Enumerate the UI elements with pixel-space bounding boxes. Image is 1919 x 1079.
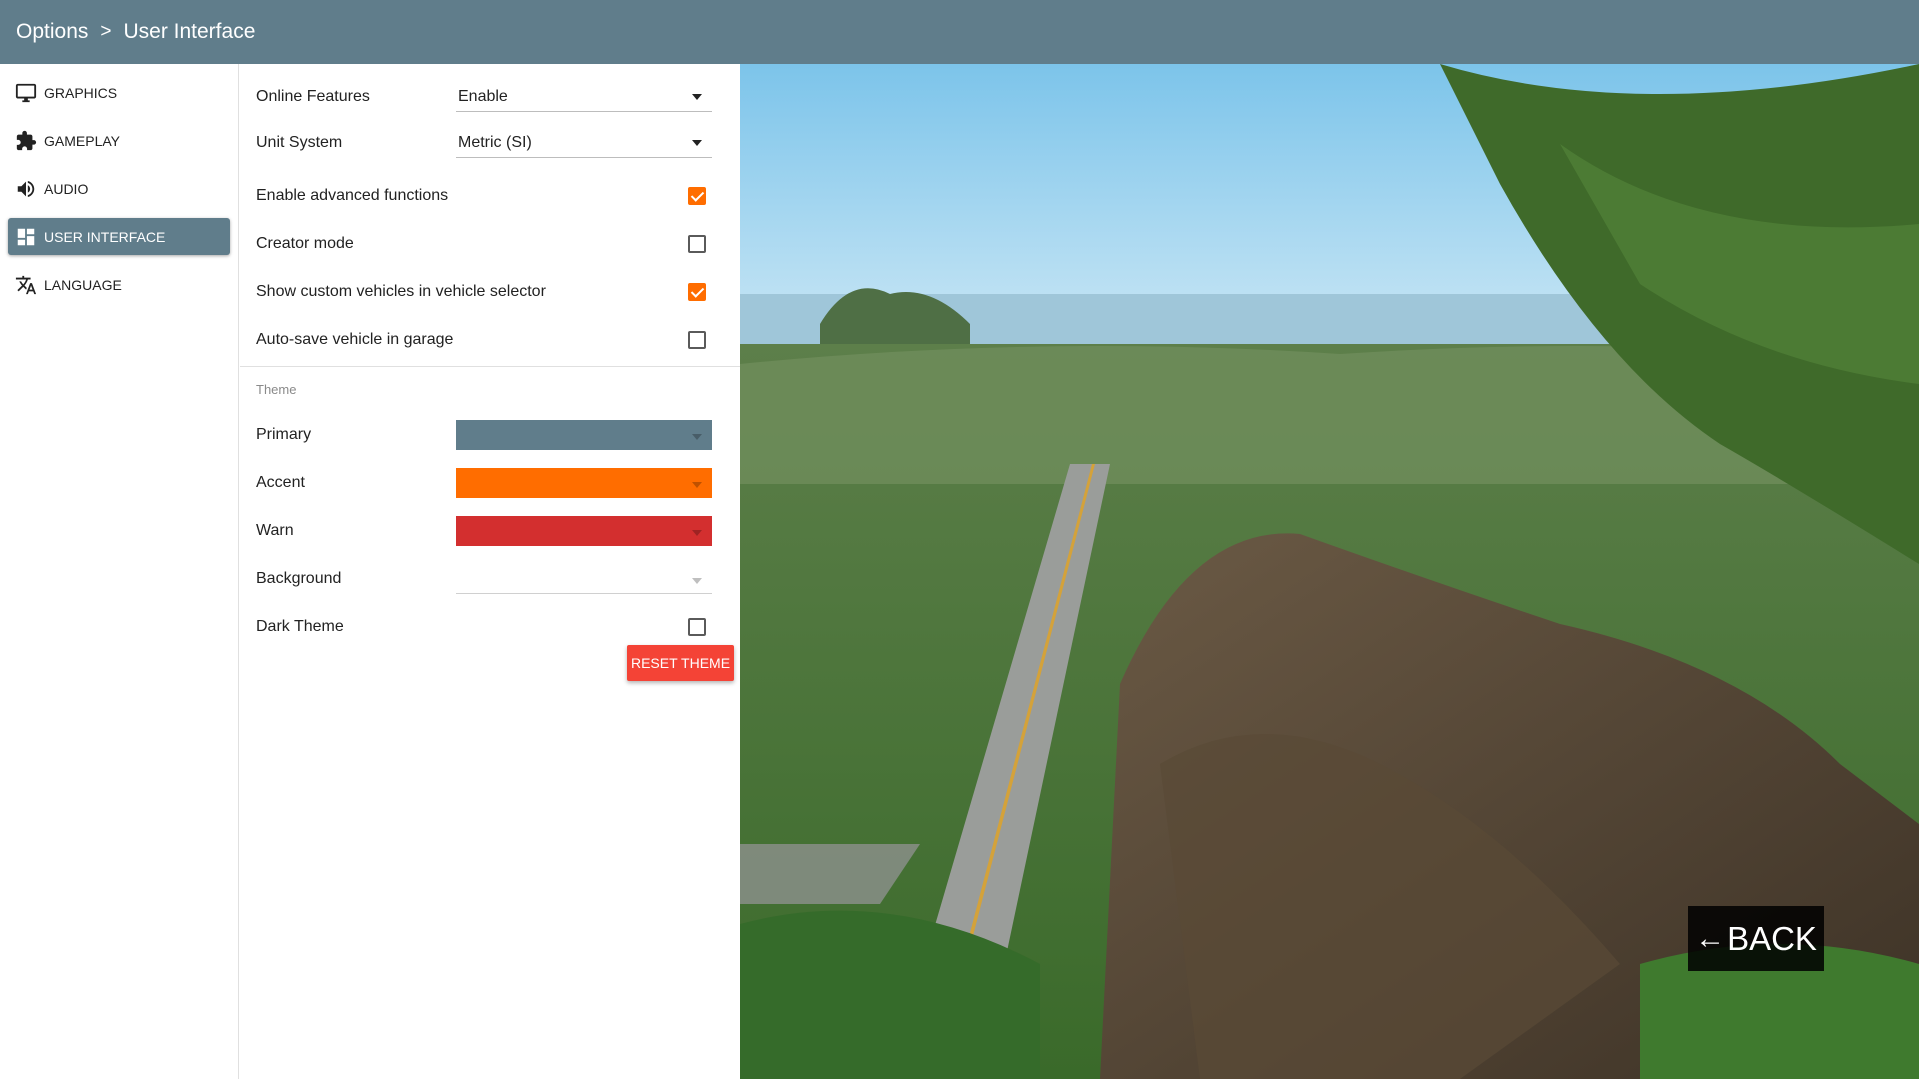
- monitor-icon: [14, 81, 38, 105]
- dark-theme-checkbox[interactable]: [688, 618, 706, 636]
- creator-mode-checkbox[interactable]: [688, 235, 706, 253]
- online-features-label: Online Features: [256, 88, 370, 105]
- advanced-functions-label: Enable advanced functions: [256, 187, 449, 204]
- sidebar-item-label: LANGUAGE: [44, 276, 122, 293]
- sidebar-item-label: USER INTERFACE: [44, 228, 166, 245]
- creator-mode-label: Creator mode: [256, 235, 354, 252]
- background-color-picker[interactable]: [456, 564, 712, 594]
- custom-vehicles-label: Show custom vehicles in vehicle selector: [256, 283, 546, 300]
- chevron-down-icon: [692, 578, 702, 584]
- primary-label: Primary: [256, 426, 312, 443]
- online-features-value: Enable: [458, 87, 508, 105]
- unit-system-value: Metric (SI): [458, 133, 532, 151]
- chevron-down-icon: [692, 530, 702, 536]
- chevron-down-icon: [692, 482, 702, 488]
- theme-row-dark-theme: Dark Theme: [240, 603, 740, 651]
- settings-panel: Online Features Enable Unit System Metri…: [240, 64, 740, 1079]
- setting-row-custom-vehicles: Show custom vehicles in vehicle selector: [240, 268, 740, 316]
- chevron-down-icon: [692, 140, 702, 146]
- speaker-icon: [14, 177, 38, 201]
- breadcrumb-current: User Interface: [123, 20, 256, 43]
- primary-color-picker[interactable]: [456, 420, 712, 450]
- reset-theme-button[interactable]: RESET THEME: [627, 645, 734, 681]
- sidebar-item-user-interface[interactable]: USER INTERFACE: [8, 218, 230, 255]
- dark-theme-label: Dark Theme: [256, 618, 344, 635]
- sidebar-item-gameplay[interactable]: GAMEPLAY: [8, 122, 230, 159]
- sidebar-item-label: GAMEPLAY: [44, 132, 120, 149]
- sidebar-item-label: AUDIO: [44, 180, 89, 197]
- theme-row-warn: Warn: [240, 507, 740, 555]
- setting-row-unit-system: Unit System Metric (SI): [240, 128, 740, 158]
- setting-row-creator-mode: Creator mode: [240, 220, 740, 268]
- unit-system-select[interactable]: Metric (SI): [456, 128, 712, 158]
- advanced-functions-checkbox[interactable]: [688, 187, 706, 205]
- sidebar-item-graphics[interactable]: GRAPHICS: [8, 74, 230, 111]
- title-bar: Options > User Interface: [0, 0, 1919, 64]
- puzzle-icon: [14, 129, 38, 153]
- unit-system-label: Unit System: [256, 134, 343, 151]
- dashboard-icon: [14, 225, 38, 249]
- breadcrumb-options[interactable]: Options: [16, 20, 88, 44]
- online-features-select[interactable]: Enable: [456, 82, 712, 112]
- setting-row-auto-save: Auto-save vehicle in garage: [240, 316, 740, 364]
- theme-row-accent: Accent: [240, 459, 740, 507]
- back-label: BACK: [1727, 919, 1817, 957]
- warn-color-picker[interactable]: [456, 516, 712, 546]
- back-button[interactable]: ← BACK: [1688, 906, 1824, 971]
- sidebar-item-label: GRAPHICS: [44, 84, 118, 101]
- setting-row-online-features: Online Features Enable: [240, 82, 740, 112]
- sidebar-item-language[interactable]: LANGUAGE: [8, 266, 230, 303]
- setting-row-advanced-functions: Enable advanced functions: [240, 172, 740, 220]
- auto-save-checkbox[interactable]: [688, 331, 706, 349]
- sidebar-item-audio[interactable]: AUDIO: [8, 170, 230, 207]
- theme-section-header: Theme: [256, 381, 297, 397]
- chevron-down-icon: [692, 434, 702, 440]
- sidebar: GRAPHICS GAMEPLAY AUDIO USER INTERFACE L…: [0, 64, 239, 1079]
- accent-label: Accent: [256, 474, 305, 491]
- theme-row-background: Background: [240, 555, 740, 603]
- arrow-left-icon: ←: [1695, 921, 1726, 955]
- warn-label: Warn: [256, 522, 294, 539]
- breadcrumb-separator: >: [100, 21, 112, 42]
- auto-save-label: Auto-save vehicle in garage: [256, 331, 454, 348]
- translate-icon: [14, 273, 38, 297]
- theme-row-primary: Primary: [240, 411, 740, 459]
- chevron-down-icon: [692, 94, 702, 100]
- background-label: Background: [256, 570, 342, 587]
- accent-color-picker[interactable]: [456, 468, 712, 498]
- custom-vehicles-checkbox[interactable]: [688, 283, 706, 301]
